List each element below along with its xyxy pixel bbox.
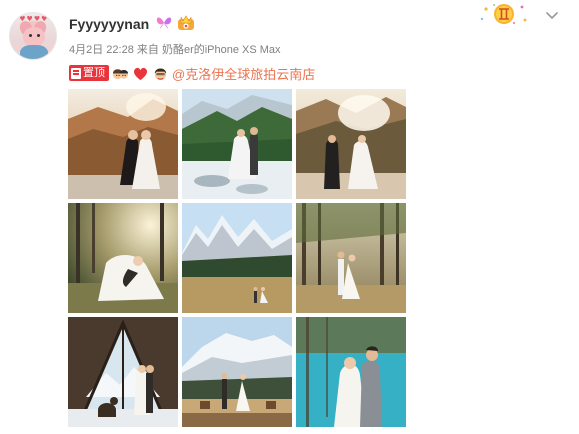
photo-couple-kissing-autumn-hillside	[68, 89, 178, 199]
post-source-device[interactable]: 奶酪er的iPhone XS Max	[162, 44, 281, 56]
pinned-tag: 置顶	[69, 65, 109, 81]
photo-couple-on-deck-facing-snow-mountain	[182, 317, 292, 427]
photo-couple-by-turquoise-lake	[296, 317, 406, 427]
butterfly-badge-icon[interactable]	[155, 15, 173, 31]
photo-couple-meadow-snowy-peaks	[182, 203, 292, 313]
photo-thumbnail[interactable]	[68, 317, 178, 427]
post-meta: 4月2日 22:28 来自 奶酪er的iPhone XS Max	[69, 41, 281, 57]
photo-couple-in-tent-with-dog-snow-mountains	[68, 317, 178, 427]
username-link[interactable]: Fyyyyyynan	[69, 16, 149, 32]
avatar-eye-left	[29, 34, 32, 37]
post-text: 置顶 @克洛伊全球旅拍云南店	[69, 64, 315, 82]
photo-couple-by-stream-sunlit-slopes	[296, 89, 406, 199]
avatar-eye-right	[37, 34, 40, 37]
weibo-post-card: ♥♥♥♥♥ Fyyyyyynan 4月2日 22:28 来自 奶酪er的iPho…	[0, 0, 579, 434]
source-prefix: 来自	[136, 44, 159, 56]
photo-thumbnail[interactable]	[68, 203, 178, 313]
groom-face-emoji	[154, 68, 167, 80]
photo-thumbnail[interactable]	[68, 89, 178, 199]
couple-face-emoji	[112, 68, 129, 79]
photo-thumbnail[interactable]	[182, 317, 292, 427]
user-avatar[interactable]: ♥♥♥♥♥	[9, 12, 57, 60]
avatar-face	[23, 27, 45, 47]
photo-thumbnail[interactable]	[182, 89, 292, 199]
photo-thumbnail[interactable]	[296, 203, 406, 313]
red-heart-emoji	[133, 67, 148, 80]
vip-crown-icon[interactable]	[177, 15, 195, 31]
photo-couple-standing-snowy-riverbank-pines	[182, 89, 292, 199]
chevron-down-icon[interactable]	[546, 12, 558, 20]
pin-top-icon	[71, 67, 81, 79]
photo-thumbnail[interactable]	[296, 317, 406, 427]
mention-link[interactable]: @克洛伊全球旅拍云南店	[172, 64, 315, 83]
post-time[interactable]: 4月2日 22:28	[69, 44, 134, 56]
photo-couple-pine-forest-clearing	[296, 203, 406, 313]
gemini-zodiac-badge-icon	[480, 4, 527, 24]
photo-bride-in-forest-sunlight	[68, 203, 178, 313]
photo-thumbnail[interactable]	[182, 203, 292, 313]
avatar-body	[20, 45, 48, 59]
photo-thumbnail[interactable]	[296, 89, 406, 199]
pinned-label: 置顶	[83, 67, 105, 79]
